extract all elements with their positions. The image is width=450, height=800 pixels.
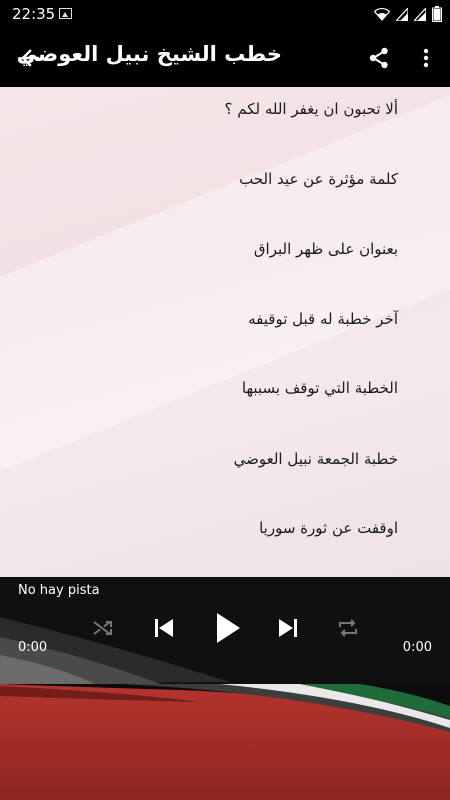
skip-next-icon bbox=[279, 619, 297, 637]
list-item[interactable]: اوقفت عن ثورة سوريا bbox=[259, 519, 398, 537]
signal-icon-1 bbox=[396, 7, 408, 21]
status-icons bbox=[374, 6, 442, 22]
repeat-button[interactable] bbox=[332, 611, 364, 645]
play-button[interactable] bbox=[208, 607, 248, 649]
time-elapsed: 0:00 bbox=[18, 640, 48, 655]
list-item[interactable]: ألا تحبون ان يغفر الله لكم ؟ bbox=[225, 100, 398, 118]
shuffle-button[interactable] bbox=[88, 611, 118, 645]
play-icon bbox=[217, 613, 240, 643]
signal-icon-2 bbox=[414, 7, 426, 21]
page-title: خطب الشيخ نبيل العوضي bbox=[16, 42, 282, 66]
more-vert-icon bbox=[423, 48, 429, 68]
app-bar: خطب الشيخ نبيل العوضي bbox=[0, 29, 450, 87]
list-item[interactable]: خطبة الجمعة نبيل العوضي bbox=[234, 450, 398, 468]
previous-button[interactable] bbox=[148, 611, 180, 645]
sermon-list-panel: ألا تحبون ان يغفر الله لكم ؟ كلمة مؤثرة … bbox=[0, 87, 450, 577]
list-item[interactable]: الخطبة التي توقف بسببها bbox=[242, 379, 398, 397]
skip-previous-icon bbox=[155, 619, 173, 637]
media-player: No hay pista 0:00 0:00 bbox=[0, 577, 450, 684]
status-bar: 22:35 bbox=[0, 0, 450, 29]
list-item[interactable]: آخر خطبة له قبل توقيفه bbox=[248, 310, 398, 328]
list-item[interactable]: كلمة مؤثرة عن عيد الحب bbox=[239, 170, 398, 188]
share-button[interactable] bbox=[360, 39, 398, 77]
battery-icon bbox=[432, 6, 442, 22]
gallery-notification-icon bbox=[59, 8, 72, 19]
repeat-icon bbox=[339, 619, 357, 637]
track-name: No hay pista bbox=[18, 583, 100, 598]
next-button[interactable] bbox=[272, 611, 304, 645]
time-total: 0:00 bbox=[402, 640, 432, 655]
status-time: 22:35 bbox=[12, 5, 56, 23]
overflow-menu-button[interactable] bbox=[408, 39, 444, 77]
shuffle-icon bbox=[93, 621, 112, 635]
wifi-icon bbox=[374, 7, 390, 21]
share-icon bbox=[369, 47, 388, 69]
background-art bbox=[0, 684, 450, 800]
list-item[interactable]: بعنوان على ظهر البراق bbox=[254, 240, 398, 258]
